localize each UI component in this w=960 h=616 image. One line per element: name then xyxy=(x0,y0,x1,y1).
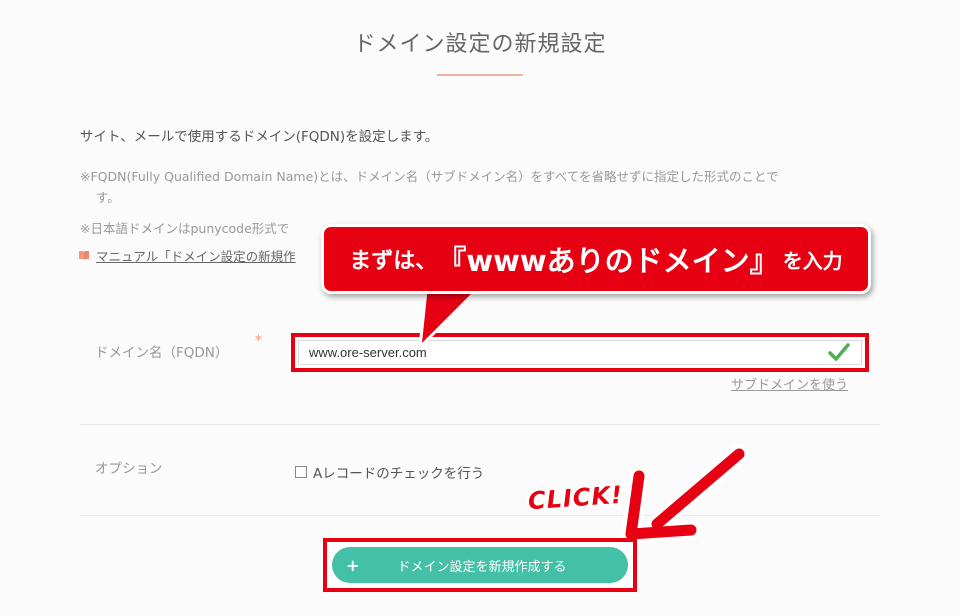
page-description: サイト、メールで使用するドメイン(FQDN)を設定します。 xyxy=(80,129,439,145)
fqdn-note-line2: す。 xyxy=(96,190,120,205)
title-underline xyxy=(437,74,523,76)
punycode-note: ※日本語ドメインはpunycode形式で xyxy=(80,221,290,236)
manual-link-label[interactable]: マニュアル「ドメイン設定の新規作 xyxy=(96,246,296,265)
callout-prefix: まずは、 xyxy=(349,249,438,274)
fqdn-note-line1: ※FQDN(Fully Qualified Domain Name)とは、ドメイ… xyxy=(80,169,779,184)
submit-highlight-frame: + ドメイン設定を新規作成する xyxy=(323,538,637,592)
callout-emphasis: 『wwwありのドメイン』 xyxy=(437,244,779,278)
required-mark: * xyxy=(255,333,262,349)
page-title: ドメイン設定の新規設定 xyxy=(353,32,607,57)
domain-input[interactable] xyxy=(298,340,862,365)
plus-icon: + xyxy=(346,555,360,575)
create-domain-button[interactable]: + ドメイン設定を新規作成する xyxy=(332,547,628,583)
create-domain-button-label: ドメイン設定を新規作成する xyxy=(397,559,567,575)
divider xyxy=(80,424,880,425)
check-icon xyxy=(828,343,850,361)
option-label: オプション xyxy=(95,461,163,477)
a-record-check-option[interactable]: Aレコードのチェックを行う xyxy=(295,462,484,482)
divider xyxy=(80,515,880,516)
fqdn-note: ※FQDN(Fully Qualified Domain Name)とは、ドメイ… xyxy=(80,166,890,208)
instruction-callout: まずは、 『wwwありのドメイン』 を入力 xyxy=(321,224,871,294)
domain-label: ドメイン名（FQDN） xyxy=(95,345,229,361)
book-icon xyxy=(79,251,89,260)
use-subdomain-link[interactable]: サブドメインを使う xyxy=(731,374,848,393)
callout-suffix: を入力 xyxy=(782,248,843,273)
manual-link[interactable]: マニュアル「ドメイン設定の新規作 xyxy=(78,246,296,265)
a-record-checkbox[interactable] xyxy=(295,466,307,478)
a-record-checkbox-label[interactable]: Aレコードのチェックを行う xyxy=(313,462,484,482)
callout-tail xyxy=(418,285,480,349)
domain-highlight-frame xyxy=(291,333,869,372)
